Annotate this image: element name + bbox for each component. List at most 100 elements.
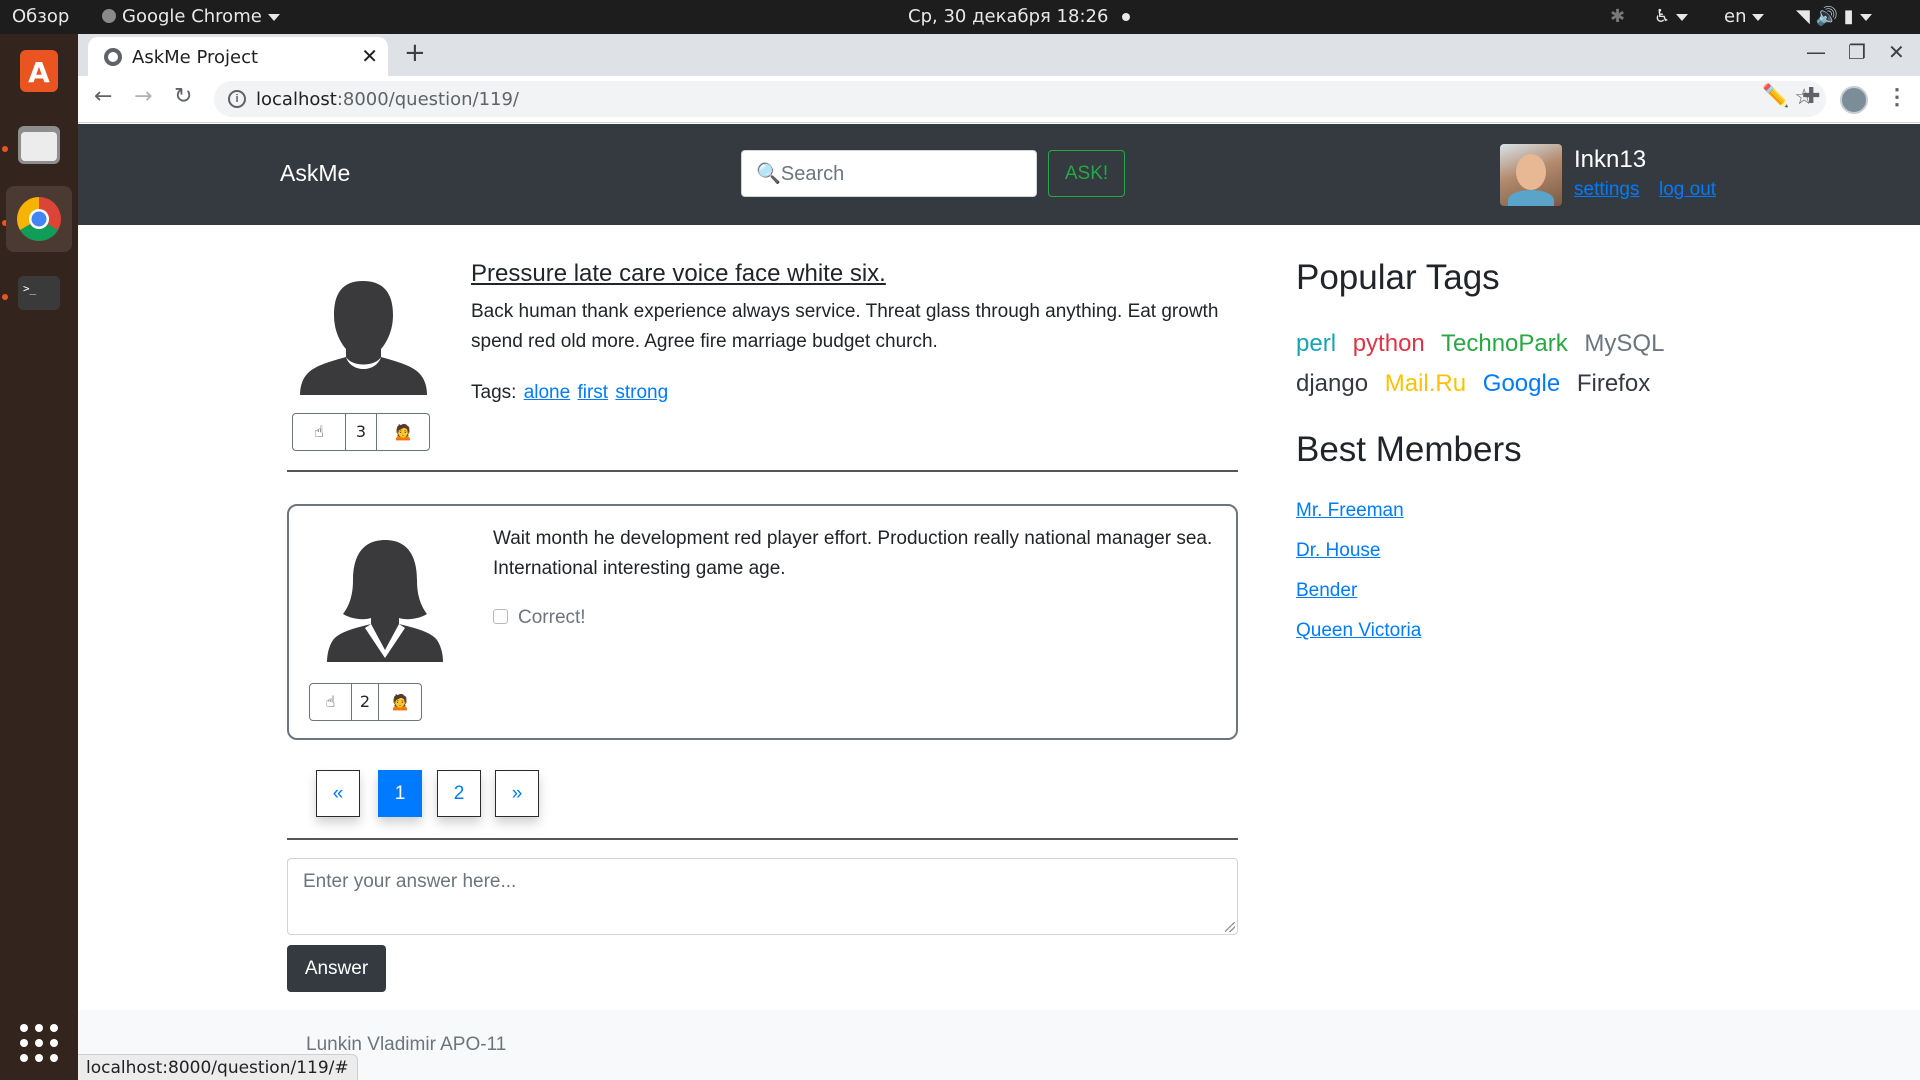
footer-text: Lunkin Vladimir APO-11 [306, 1034, 507, 1055]
ubuntu-software-icon: A [20, 50, 58, 92]
chevron-down-icon [267, 13, 280, 21]
new-tab-icon[interactable]: + [404, 38, 426, 68]
question-rating: 3 [346, 414, 377, 450]
files-icon [18, 126, 60, 164]
system-menu[interactable]: ◥ 🔊 ▮ [1796, 0, 1872, 34]
username: Inkn13 [1574, 146, 1647, 173]
tab-title: AskMe Project [132, 47, 259, 68]
correct-toggle[interactable]: Correct! [493, 607, 586, 629]
popular-tag[interactable]: Google [1483, 370, 1560, 397]
tags-label: Tags: [471, 382, 517, 403]
pagination-page-1[interactable]: 1 [378, 770, 422, 817]
reload-icon[interactable]: ↻ [174, 84, 192, 109]
popular-tag[interactable]: Firefox [1577, 370, 1650, 397]
correct-checkbox[interactable] [493, 609, 508, 624]
popular-tag[interactable]: python [1353, 330, 1425, 357]
globe-icon [104, 48, 122, 66]
vote-down-button[interactable]: 🙍 [377, 414, 429, 450]
answer-placeholder: Enter your answer here... [303, 871, 517, 892]
answer-submit-button[interactable]: Answer [287, 945, 386, 992]
address-bar[interactable]: i localhost:8000/question/119/ ☆ [214, 81, 1826, 117]
tab-askme[interactable]: AskMe Project ✕ [88, 37, 388, 76]
clock[interactable]: Ср, 30 декабря 18:26 [908, 0, 1131, 34]
forward-icon[interactable]: → [134, 84, 152, 109]
popular-tags-heading: Popular Tags [1296, 258, 1500, 297]
logout-link[interactable]: log out [1659, 179, 1716, 201]
vote-up-button[interactable]: ☝ [293, 414, 346, 450]
chrome-mini-icon [102, 9, 116, 23]
battery-icon: ▮ [1843, 6, 1854, 27]
bluetooth-icon[interactable]: ✱ [1610, 0, 1625, 34]
ubuntu-software-launcher[interactable]: A [6, 38, 72, 104]
dock: A >_ [0, 34, 78, 1080]
user-avatar[interactable] [1500, 144, 1562, 206]
member-link[interactable]: Bender [1296, 580, 1357, 602]
site-info-icon[interactable]: i [228, 90, 246, 108]
tag-link[interactable]: first [577, 382, 608, 403]
pencil-extension-icon[interactable]: ✏️ [1762, 83, 1789, 109]
member-link[interactable]: Queen Victoria [1296, 620, 1421, 642]
popular-tag[interactable]: perl [1296, 330, 1336, 357]
pagination-page-2[interactable]: 2 [437, 770, 481, 817]
answer-textarea[interactable]: Enter your answer here... [287, 858, 1238, 935]
popular-tag[interactable]: Mail.Ru [1385, 370, 1466, 397]
volume-icon: 🔊 [1815, 6, 1838, 27]
correct-label: Correct! [518, 607, 586, 628]
profile-avatar-icon[interactable] [1840, 86, 1868, 114]
show-apps-icon[interactable] [20, 1024, 58, 1062]
chevron-down-icon [1752, 13, 1765, 21]
chevron-down-icon [1676, 13, 1689, 21]
extensions-puzzle-icon[interactable]: ✚ [1802, 83, 1820, 109]
accessibility-icon: ♿ [1654, 6, 1671, 27]
resize-grip-icon[interactable] [1225, 922, 1235, 932]
member-link[interactable]: Dr. House [1296, 540, 1380, 562]
question-text: Back human thank experience always servi… [471, 301, 1219, 352]
close-window-icon[interactable]: ✕ [1888, 40, 1905, 64]
search-input[interactable]: 🔍Search [741, 150, 1037, 197]
chrome-icon [17, 197, 61, 241]
chevron-down-icon [1859, 13, 1872, 21]
site-navbar: AskMe 🔍Search ASK! Inkn13 settings log o… [78, 124, 1920, 225]
activities-button[interactable]: Обзор [12, 0, 69, 34]
language-menu[interactable]: en [1724, 0, 1765, 34]
male-avatar-icon [300, 281, 427, 395]
answer-text: Wait month he development red player eff… [493, 528, 1213, 579]
tag-link[interactable]: alone [524, 382, 571, 403]
close-tab-icon[interactable]: ✕ [361, 44, 378, 68]
status-bubble-url: localhost:8000/question/119/# [78, 1054, 358, 1080]
pagination-next[interactable]: » [495, 770, 539, 817]
clock-text: Ср, 30 декабря 18:26 [908, 6, 1109, 27]
popular-tag[interactable]: TechnoPark [1441, 330, 1568, 357]
ask-button[interactable]: ASK! [1048, 150, 1125, 197]
accessibility-menu[interactable]: ♿ [1654, 0, 1689, 34]
pagination-prev[interactable]: « [316, 770, 360, 817]
minimize-icon[interactable]: — [1806, 40, 1826, 64]
female-avatar-icon [327, 540, 443, 662]
settings-link[interactable]: settings [1574, 179, 1639, 201]
popular-tags-cloud: perl python TechnoPark MySQL django Mail… [1296, 324, 1696, 404]
popular-tag[interactable]: MySQL [1584, 330, 1664, 357]
svg-text:A: A [28, 56, 50, 89]
os-top-bar: Обзор Google Chrome Ср, 30 декабря 18:26… [0, 0, 1920, 34]
question-title[interactable]: Pressure late care voice face white six. [471, 260, 886, 288]
tag-link[interactable]: strong [615, 382, 668, 403]
wifi-icon: ◥ [1796, 6, 1810, 27]
files-launcher[interactable] [6, 112, 72, 178]
terminal-launcher[interactable]: >_ [6, 260, 72, 326]
question-vote-group: ☝ 3 🙍 [292, 413, 430, 451]
app-menu[interactable]: Google Chrome [102, 0, 280, 34]
restore-icon[interactable]: ❐ [1848, 40, 1866, 64]
vote-up-button[interactable]: ☝ [310, 684, 352, 720]
chrome-launcher[interactable] [6, 186, 72, 252]
back-icon[interactable]: ← [94, 84, 112, 109]
terminal-icon: >_ [18, 276, 60, 310]
vote-down-button[interactable]: 🙍 [379, 684, 421, 720]
divider [287, 838, 1238, 840]
brand-link[interactable]: AskMe [280, 160, 350, 187]
more-menu-icon[interactable]: ⋮ [1886, 84, 1908, 110]
page-viewport: AskMe 🔍Search ASK! Inkn13 settings log o… [78, 124, 1920, 1080]
language-label: en [1724, 6, 1747, 27]
popular-tag[interactable]: django [1296, 370, 1368, 397]
member-link[interactable]: Mr. Freeman [1296, 500, 1404, 522]
answer-vote-group: ☝ 2 🙍 [309, 683, 422, 721]
